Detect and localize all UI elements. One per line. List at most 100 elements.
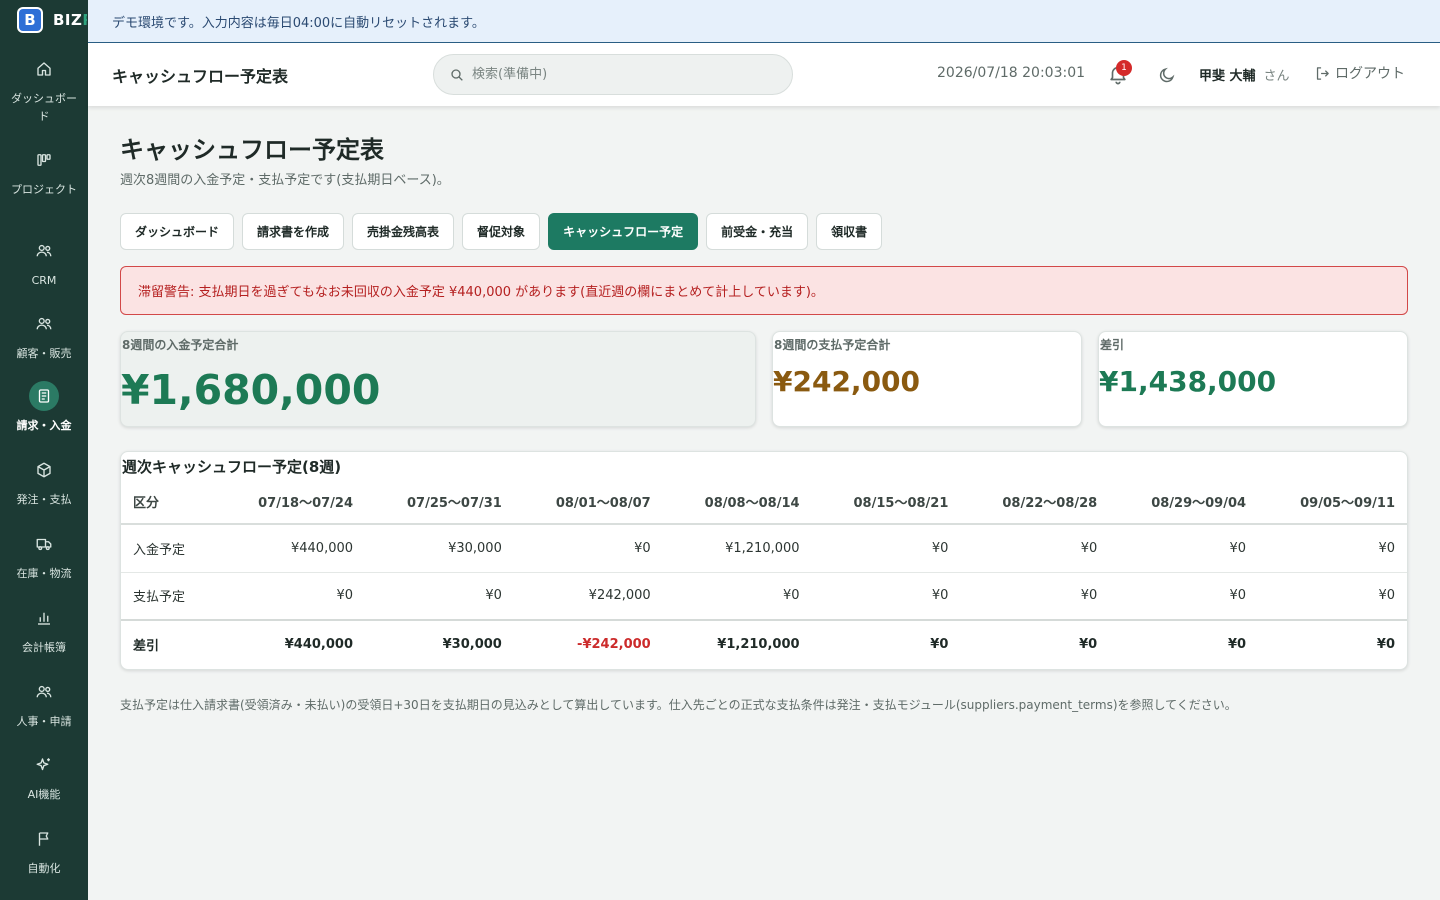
table-cell: ¥0 [1080,540,1098,556]
table-cell: ¥0 [1378,588,1395,604]
box-icon [29,455,59,485]
table-cell: ¥0 [1229,540,1247,556]
payment-total-value: ¥242,000 [773,365,921,398]
sidebar-item-projects[interactable]: プロジェクト [0,145,88,199]
tab-dashboard[interactable]: ダッシュボード [120,213,235,250]
sidebar-item-dashboard[interactable]: ダッシュボード [0,54,88,126]
sidebar-item-accounting[interactable]: 会計帳簿 [0,603,88,657]
truck-icon [29,529,59,559]
sidebar-item-purchasing[interactable]: 発注・支払 [0,455,88,509]
row-label: 支払予定 [133,590,186,606]
table-cell: ¥440,000 [284,637,354,652]
table-cell: ¥0 [783,588,800,604]
tab-advance-payments[interactable]: 前受金・充当 [706,213,809,250]
column-header: 08/01〜08/07 [513,480,663,525]
table-row-payment: 支払予定 ¥0 ¥0 ¥242,000 ¥0 ¥0 ¥0 ¥0 ¥0 [121,572,1407,620]
row-label: 入金予定 [133,542,186,558]
sidebar-item-crm[interactable]: CRM [0,236,88,290]
payment-total-label: 8週間の支払予定合計 [774,338,891,352]
sidebar-item-customers-sales[interactable]: 顧客・販売 [0,309,88,363]
tab-receivables-balance[interactable]: 売掛金残高表 [352,213,455,250]
table-header-row: 区分 07/18〜07/24 07/25〜07/31 08/01〜08/07 0… [121,480,1407,525]
column-header: 07/25〜07/31 [365,480,514,525]
cashflow-table: 区分 07/18〜07/24 07/25〜07/31 08/01〜08/07 0… [121,480,1407,668]
tab-cashflow[interactable]: キャッシュフロー予定 [548,213,699,250]
table-cell: ¥0 [634,540,651,556]
table-cell: ¥0 [485,588,502,604]
tab-receipts[interactable]: 領収書 [816,213,883,250]
table-cell: ¥0 [1227,637,1247,652]
demo-banner-text: デモ環境です。入力内容は毎日04:00に自動リセットされます。 [112,15,485,31]
table-cell: ¥1,210,000 [725,540,800,556]
payment-total-card: 8週間の支払予定合計 ¥242,000 [772,331,1082,427]
sidebar-item-label: プロジェクト [11,183,77,196]
user-name: 甲斐 大輔 [1199,69,1256,84]
sidebar-item-label: 自動化 [27,862,61,875]
income-total-card: 8週間の入金予定合計 ¥1,680,000 [120,331,756,427]
sidebar-item-label: CRM [31,274,57,287]
table-cell: ¥0 [1080,588,1098,604]
logo-text: BIZR [53,11,87,29]
table-title: 週次キャッシュフロー予定(8週) [122,458,342,476]
receipt-icon [29,381,59,411]
column-header: 09/05〜09/11 [1258,480,1407,525]
table-row-income: 入金予定 ¥440,000 ¥30,000 ¥0 ¥1,210,000 ¥0 ¥… [121,524,1407,572]
table-cell: ¥0 [1079,637,1098,652]
table-cell: ¥1,210,000 [717,637,800,652]
table-cell: ¥0 [336,588,354,604]
income-total-label: 8週間の入金予定合計 [122,338,239,352]
column-header: 区分 [121,480,217,525]
table-cell: ¥30,000 [448,540,502,556]
table-cell: ¥30,000 [442,637,502,652]
sidebar-item-billing[interactable]: 請求・入金 [0,381,88,435]
sidebar-item-label: 人事・申請 [16,715,72,728]
table-cell: ¥0 [931,588,949,604]
overdue-alert-text: 滞留警告: 支払期日を過ぎてもなお未回収の入金予定 ¥440,000 があります… [138,285,824,300]
sidebar-item-automation[interactable]: 自動化 [0,824,88,878]
chart-icon [29,603,59,633]
user-suffix: さん [1263,69,1290,84]
page-subtitle: 週次8週間の入金予定・支払予定です(支払期日ベース)。 [120,173,450,188]
tab-create-invoice[interactable]: 請求書を作成 [242,213,345,250]
search-box[interactable] [433,54,793,95]
table-row-difference: 差引 ¥440,000 ¥30,000 -¥242,000 ¥1,210,000… [121,620,1407,668]
table-cell: ¥0 [1376,637,1395,652]
sidebar-item-hr[interactable]: 人事・申請 [0,677,88,731]
user-info: 甲斐 大輔 さん [1199,65,1290,84]
kanban-icon [29,145,59,175]
column-header: 08/22〜08/28 [960,480,1110,525]
notification-badge: 1 [1116,60,1132,76]
column-header: 08/08〜08/14 [662,480,812,525]
overdue-alert: 滞留警告: 支払期日を過ぎてもなお未回収の入金予定 ¥440,000 があります… [120,266,1408,315]
home-icon [29,54,59,84]
logout-label: ログアウト [1335,66,1405,82]
logo-icon: B [17,7,43,33]
logout-icon [1316,66,1329,80]
moon-icon[interactable] [1157,65,1177,85]
sidebar-item-label: 顧客・販売 [16,347,72,360]
table-cell-negative: -¥242,000 [577,637,651,652]
column-header: 08/29〜09/04 [1109,480,1259,525]
table-cell: ¥0 [930,637,949,652]
page-title: キャッシュフロー予定表 [120,136,384,164]
sidebar-item-label: 請求・入金 [16,419,72,432]
demo-banner: デモ環境です。入力内容は毎日04:00に自動リセットされます。 [88,0,1440,43]
top-header: キャッシュフロー予定表 2026/07/18 20:03:01 1 甲斐 大輔さ… [88,43,1440,106]
sparkle-icon [29,750,59,780]
app-logo[interactable]: B BIZR [17,6,87,34]
sidebar-item-ai[interactable]: AI機能 [0,750,88,804]
table-cell: ¥242,000 [588,588,651,604]
table-cell: ¥0 [1229,588,1247,604]
datetime-display: 2026/07/18 20:03:01 [937,65,1086,81]
tab-dunning[interactable]: 督促対象 [462,213,541,250]
sub-nav-tabs: ダッシュボード 請求書を作成 売掛金残高表 督促対象 キャッシュフロー予定 前受… [120,213,883,250]
sidebar-item-label: ダッシュボード [11,92,77,123]
sidebar-item-inventory[interactable]: 在庫・物流 [0,529,88,583]
income-total-value: ¥1,680,000 [121,366,381,414]
weekly-cashflow-card: 週次キャッシュフロー予定(8週) 区分 07/18〜07/24 07/25〜07… [120,451,1408,670]
difference-card: 差引 ¥1,438,000 [1098,331,1408,427]
search-input[interactable] [472,55,772,94]
logout-button[interactable]: ログアウト [1314,63,1405,83]
column-header: 08/15〜08/21 [811,480,961,525]
users-icon [29,309,59,339]
